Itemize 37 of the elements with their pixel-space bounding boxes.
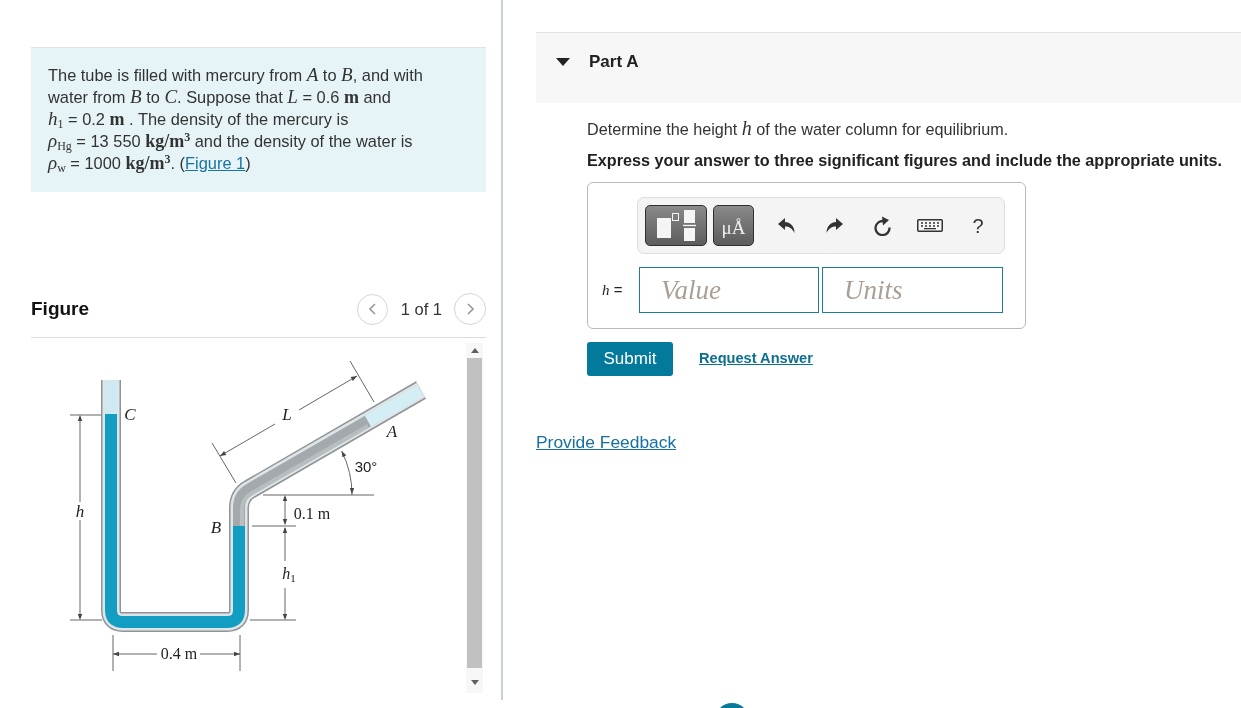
problem-text: The tube is filled with mercury from A to B, and with water from B to C. Suppose that L = 0.6 m and h$_{1}$ = 0.2 m . The density of the mercury is ρ$_{Hg}$ = 13 550 kg/m$^{3}$ and the density of the water is ρ$_{w}$ = 1000 kg/m$^{3}$. (Figure 1) [48,64,424,174]
diagram-label: B [210,518,222,536]
diagram-label: 0.4 m [160,646,198,662]
chevron-left-icon [368,303,376,315]
figure-link[interactable]: Figure 1 [185,154,246,172]
diagram-label: L [282,405,292,423]
figure-title: Figure [31,296,90,321]
redo-icon [825,218,843,233]
part-header[interactable]: Part A [536,32,1241,103]
answer-label: h = [602,279,624,300]
units-button[interactable]: μÅ [713,205,754,246]
diagram-label: C [124,405,136,423]
scroll-down-icon[interactable] [470,680,479,685]
undo-icon [777,218,795,233]
chevron-right-icon [466,303,474,315]
provide-feedback-link[interactable]: Provide Feedback [536,429,677,456]
units-field[interactable]: Units [822,267,1003,313]
value-field[interactable]: Value [639,267,819,313]
diagram-label: 30° [354,458,378,474]
submit-button[interactable]: Submit [587,342,673,376]
template-button[interactable] [645,205,707,246]
part-title: Part A [589,51,639,72]
page-counter: 1 of 1 [400,298,442,320]
question-text: Determine the height h of the water column for equilibrium. [587,118,1010,139]
scrollbar[interactable] [466,343,483,693]
diagram-label: h$_{1}$ [282,566,296,582]
template-icon [655,209,697,242]
reset-icon [872,215,892,236]
scrollbar-thumb[interactable] [467,358,482,668]
diagram-label: h [75,502,85,520]
diagram-label: A [386,422,398,440]
help-button[interactable]: ? [958,205,998,246]
instruction-text: Express your answer to three significant figures and include the appropriate units. [587,150,1224,170]
scroll-up-icon[interactable] [470,348,479,353]
keyboard-icon [917,219,943,232]
diagram-label: 0.1 m [293,506,331,522]
request-answer-link[interactable]: Request Answer [699,348,813,370]
